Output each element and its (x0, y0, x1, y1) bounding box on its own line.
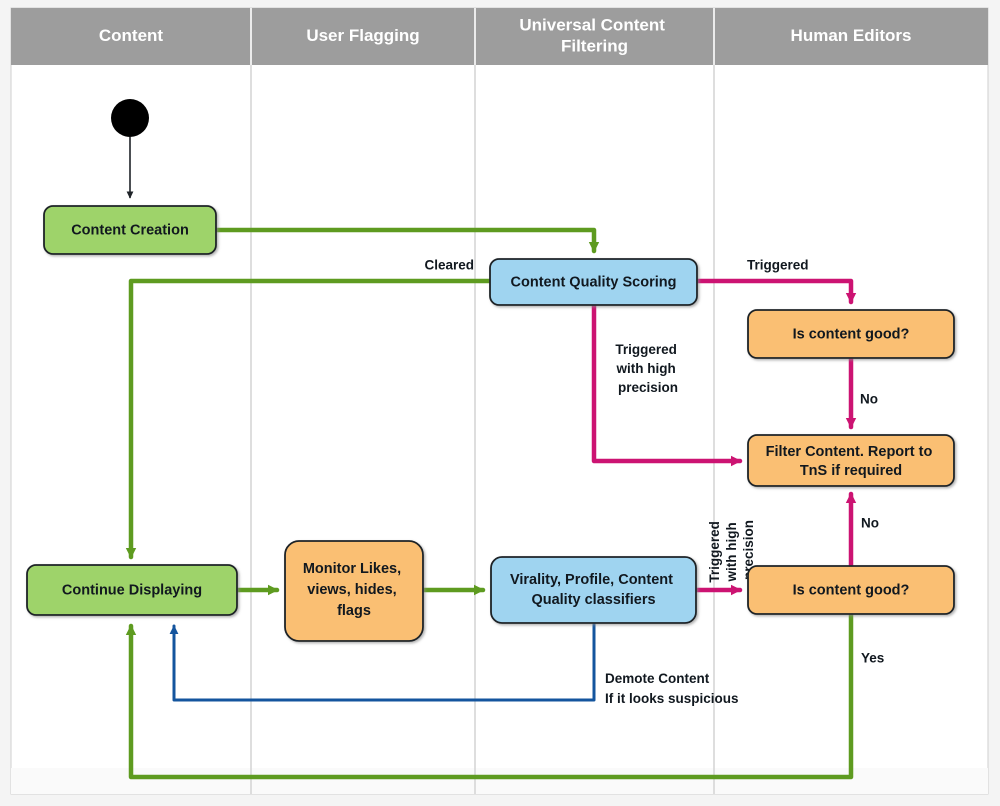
diagram-frame-footer (11, 768, 988, 794)
edge-label-triggered-high-precision-top: Triggered with high precision (615, 342, 680, 395)
node-virality-profile-classifiers[interactable]: Virality, Profile, Content Quality class… (490, 556, 697, 624)
node-is-content-good-top[interactable]: Is content good? (747, 309, 955, 359)
node-continue-displaying[interactable]: Continue Displaying (26, 564, 238, 616)
lane-label-human-editors: Human Editors (791, 26, 912, 45)
edge-label-no-bottom: No (861, 516, 879, 531)
lane-label-content: Content (99, 26, 164, 45)
node-content-creation[interactable]: Content Creation (43, 205, 217, 255)
node-virality-profile-classifiers-shape (490, 556, 697, 624)
diagram-frame (10, 7, 989, 795)
swimlane-flowchart: Content User Flagging Universal Content … (10, 7, 989, 795)
node-is-content-good-bottom-label: Is content good? (793, 582, 910, 598)
edge-label-yes: Yes (861, 651, 884, 666)
node-is-content-good-top-label: Is content good? (793, 326, 910, 342)
node-monitor-likes-views[interactable]: Monitor Likes, views, hides, flags (284, 540, 424, 642)
edge-label-triggered: Triggered (747, 258, 809, 273)
edge-label-cleared: Cleared (424, 258, 474, 273)
node-is-content-good-bottom[interactable]: Is content good? (747, 565, 955, 615)
lane-header-bar: Content User Flagging Universal Content … (11, 8, 988, 65)
start-node (111, 99, 149, 137)
node-continue-displaying-label: Continue Displaying (62, 582, 202, 598)
node-content-creation-label: Content Creation (71, 222, 189, 238)
diagram-canvas: Content User Flagging Universal Content … (0, 0, 1000, 806)
edge-label-no-top: No (860, 392, 878, 407)
node-content-quality-scoring[interactable]: Content Quality Scoring (489, 258, 698, 306)
node-filter-content-report[interactable]: Filter Content. Report to TnS if require… (747, 434, 955, 487)
node-content-quality-scoring-label: Content Quality Scoring (511, 274, 677, 290)
lane-label-user-flagging: User Flagging (306, 26, 419, 45)
